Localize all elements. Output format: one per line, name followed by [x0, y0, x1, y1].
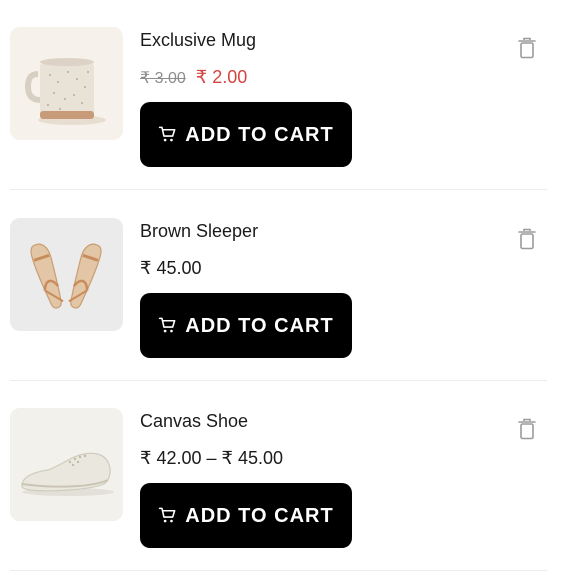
product-image-mug[interactable]	[10, 27, 123, 140]
product-price: ₹ 42.00 – ₹ 45.00	[140, 447, 283, 469]
product-name[interactable]: Exclusive Mug	[140, 30, 256, 50]
product-price: ₹ 3.00 ₹ 2.00	[140, 66, 247, 90]
list-item: Brown Sleeper ₹ 45.00 ADD TO CART	[10, 191, 547, 381]
shoe-icon	[10, 408, 123, 521]
product-name[interactable]: Canvas Shoe	[140, 411, 248, 431]
price: ₹ 45.00	[140, 258, 202, 278]
add-to-cart-button[interactable]: ADD TO CART	[140, 483, 352, 548]
trash-icon[interactable]	[517, 37, 537, 59]
add-to-cart-button[interactable]: ADD TO CART	[140, 102, 352, 167]
list-item: Canvas Shoe ₹ 42.00 – ₹ 45.00 ADD TO CAR…	[10, 381, 547, 571]
cart-icon	[159, 507, 176, 523]
trash-icon[interactable]	[517, 418, 537, 440]
product-image-shoe[interactable]	[10, 408, 123, 521]
sandals-icon	[10, 218, 123, 331]
wishlist: Exclusive Mug ₹ 3.00 ₹ 2.00 ADD TO CART	[0, 0, 571, 575]
add-to-cart-label: ADD TO CART	[185, 123, 334, 146]
product-name[interactable]: Brown Sleeper	[140, 221, 258, 241]
product-price: ₹ 45.00	[140, 257, 202, 279]
sale-price: ₹ 2.00	[195, 67, 248, 87]
mug-icon	[10, 27, 123, 140]
list-item: Exclusive Mug ₹ 3.00 ₹ 2.00 ADD TO CART	[10, 0, 547, 190]
add-to-cart-button[interactable]: ADD TO CART	[140, 293, 352, 358]
cart-icon	[159, 126, 176, 142]
product-image-sandals[interactable]	[10, 218, 123, 331]
add-to-cart-label: ADD TO CART	[185, 314, 334, 337]
trash-icon[interactable]	[517, 228, 537, 250]
price-range: ₹ 42.00 – ₹ 45.00	[140, 448, 284, 468]
old-price: ₹ 3.00	[140, 70, 186, 87]
cart-icon	[159, 317, 176, 333]
add-to-cart-label: ADD TO CART	[185, 504, 334, 527]
